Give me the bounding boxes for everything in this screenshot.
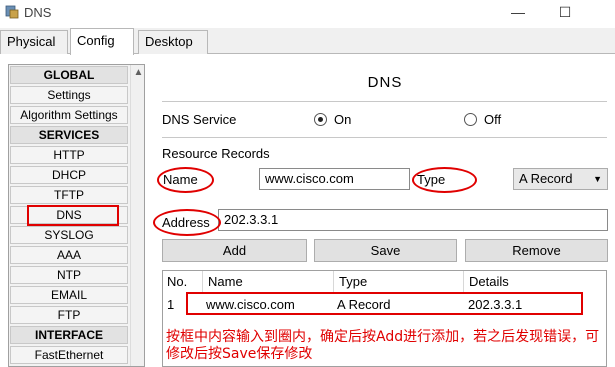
remove-button[interactable]: Remove bbox=[465, 239, 608, 262]
tab-bar: Physical Config Desktop bbox=[0, 28, 615, 55]
dns-service-label: DNS Service bbox=[162, 112, 237, 127]
divider bbox=[162, 101, 607, 102]
highlight-type-label bbox=[412, 167, 477, 193]
highlight-dns-item bbox=[27, 205, 119, 226]
sidebar-item-ftp[interactable]: FTP bbox=[10, 306, 128, 324]
dns-on-radio[interactable] bbox=[314, 113, 327, 126]
name-input[interactable]: www.cisco.com bbox=[259, 168, 410, 190]
sidebar-header-global: GLOBAL bbox=[10, 66, 128, 84]
sidebar-item-syslog[interactable]: SYSLOG bbox=[10, 226, 128, 244]
sidebar-item-settings[interactable]: Settings bbox=[10, 86, 128, 104]
tab-config[interactable]: Config bbox=[70, 28, 134, 55]
highlight-name-label bbox=[157, 167, 214, 193]
type-select-value: A Record bbox=[519, 171, 573, 186]
title-bar: DNS — ☐ bbox=[0, 0, 615, 28]
divider bbox=[162, 137, 607, 138]
chevron-down-icon: ▼ bbox=[593, 174, 602, 184]
sidebar-item-dhcp[interactable]: DHCP bbox=[10, 166, 128, 184]
column-header-type: Type bbox=[335, 271, 464, 293]
dns-off-label: Off bbox=[484, 112, 502, 127]
column-header-details: Details bbox=[469, 274, 509, 289]
tab-desktop[interactable]: Desktop bbox=[138, 30, 208, 54]
resource-records-label: Resource Records bbox=[162, 146, 270, 161]
sidebar-item-algorithm-settings[interactable]: Algorithm Settings bbox=[10, 106, 128, 124]
type-select[interactable]: A Record ▼ bbox=[513, 168, 608, 190]
sidebar-item-aaa[interactable]: AAA bbox=[10, 246, 128, 264]
address-input[interactable]: 202.3.3.1 bbox=[218, 209, 608, 231]
sidebar-item-email[interactable]: EMAIL bbox=[10, 286, 128, 304]
sidebar-item-ntp[interactable]: NTP bbox=[10, 266, 128, 284]
page-title: DNS bbox=[367, 74, 403, 91]
sidebar-header-services: SERVICES bbox=[10, 126, 128, 144]
table-cell-no[interactable]: 1 bbox=[163, 295, 174, 315]
sidebar-header-interface: INTERFACE bbox=[10, 326, 128, 344]
dns-on-label: On bbox=[334, 112, 352, 127]
add-button[interactable]: Add bbox=[162, 239, 307, 262]
maximize-icon[interactable]: ☐ bbox=[545, 2, 585, 22]
save-button[interactable]: Save bbox=[314, 239, 457, 262]
column-header-no: No. bbox=[163, 271, 203, 293]
column-header-name: Name bbox=[204, 271, 334, 293]
window-title: DNS bbox=[24, 5, 52, 20]
instruction-note: 按框中内容输入到圈内，确定后按Add进行添加，若之后发现错误，可修改后按Save… bbox=[166, 329, 600, 362]
scroll-up-icon[interactable]: ▲ bbox=[131, 65, 144, 81]
highlight-table-row bbox=[186, 292, 583, 315]
tab-physical[interactable]: Physical bbox=[0, 30, 68, 54]
sidebar-item-http[interactable]: HTTP bbox=[10, 146, 128, 164]
minimize-icon[interactable]: — bbox=[498, 2, 538, 22]
highlight-address-label bbox=[153, 209, 221, 236]
sidebar-item-fastethernet[interactable]: FastEthernet bbox=[10, 346, 128, 364]
sidebar-scrollbar[interactable]: ▲ bbox=[130, 65, 144, 366]
sidebar-item-tftp[interactable]: TFTP bbox=[10, 186, 128, 204]
app-icon bbox=[5, 5, 19, 19]
dns-off-radio[interactable] bbox=[464, 113, 477, 126]
